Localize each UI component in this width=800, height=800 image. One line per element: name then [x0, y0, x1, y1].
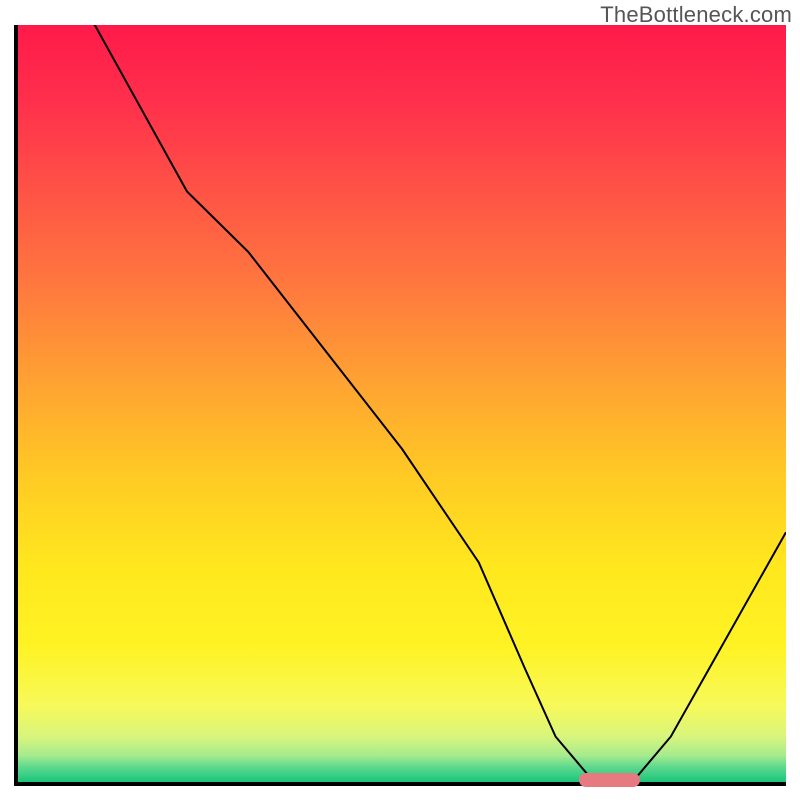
- optimal-marker: [579, 773, 640, 787]
- curve-svg: [18, 25, 786, 782]
- plot-area: [14, 25, 786, 786]
- line-curve: [18, 25, 786, 782]
- chart-container: TheBottleneck.com: [0, 0, 800, 800]
